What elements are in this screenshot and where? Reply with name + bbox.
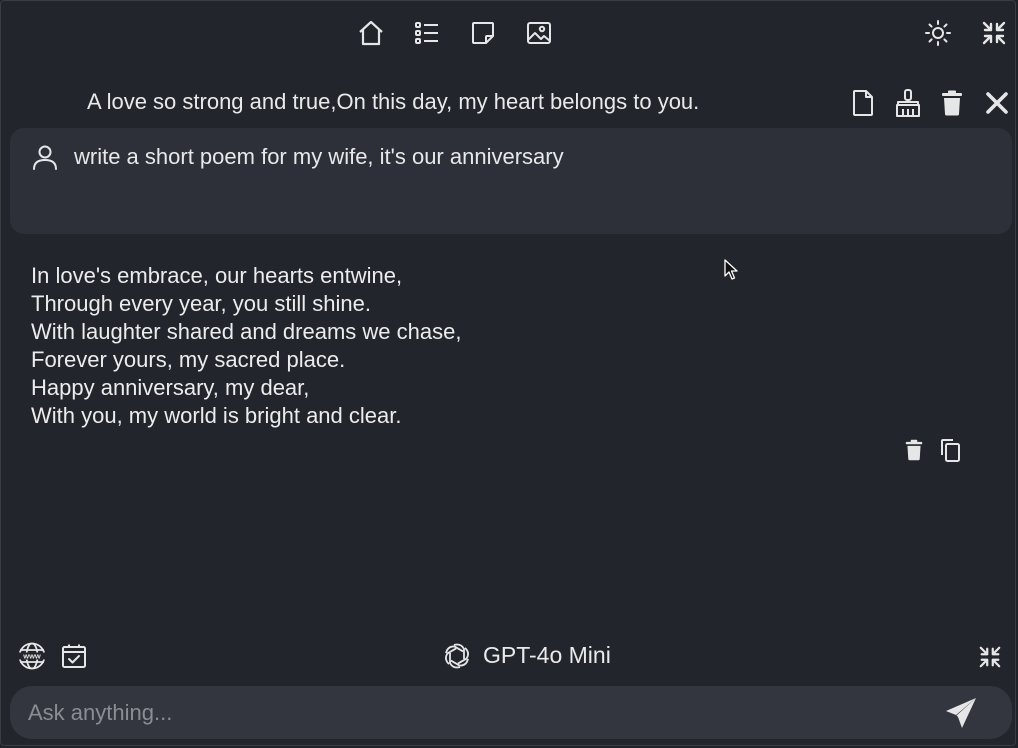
poem-line: In love's embrace, our hearts entwine, [31, 263, 403, 288]
conversation-title: A love so strong and true,On this day, m… [87, 89, 700, 114]
send-icon[interactable] [942, 694, 980, 732]
calendar-check-icon[interactable] [59, 641, 89, 671]
sun-icon[interactable] [922, 17, 954, 49]
new-document-icon[interactable] [849, 88, 877, 118]
assistant-message: In love's embrace, our hearts entwine, T… [31, 262, 731, 430]
svg-text:www: www [22, 652, 41, 661]
collapse-icon[interactable] [975, 642, 1005, 672]
delete-message-icon[interactable] [902, 437, 926, 463]
list-icon[interactable] [411, 17, 443, 49]
chat-input[interactable] [26, 695, 930, 731]
app-window: A love so strong and true,On this day, m… [0, 0, 1016, 746]
poem-line: With you, my world is bright and clear. [31, 403, 402, 428]
user-message-text: write a short poem for my wife, it's our… [74, 144, 564, 169]
note-icon[interactable] [467, 17, 499, 49]
poem-line: Through every year, you still shine. [31, 291, 371, 316]
chat-input-bar [10, 686, 1012, 739]
copy-icon[interactable] [936, 436, 964, 464]
broom-icon[interactable] [893, 87, 923, 119]
model-selector[interactable]: GPT-4o Mini [483, 642, 611, 669]
poem-line: Happy anniversary, my dear, [31, 375, 310, 400]
home-icon[interactable] [355, 17, 387, 49]
poem-line: With laughter shared and dreams we chase… [31, 319, 462, 344]
image-icon[interactable] [523, 17, 555, 49]
openai-logo-icon [441, 640, 473, 672]
close-icon[interactable] [983, 89, 1011, 117]
trash-icon[interactable] [939, 88, 965, 118]
mouse-cursor-icon [723, 259, 739, 286]
user-icon [30, 142, 60, 172]
user-message-bubble: write a short poem for my wife, it's our… [10, 128, 1012, 234]
poem-line: Forever yours, my sacred place. [31, 347, 346, 372]
collapse-icon[interactable] [978, 17, 1010, 49]
www-globe-icon[interactable]: www [16, 640, 48, 672]
